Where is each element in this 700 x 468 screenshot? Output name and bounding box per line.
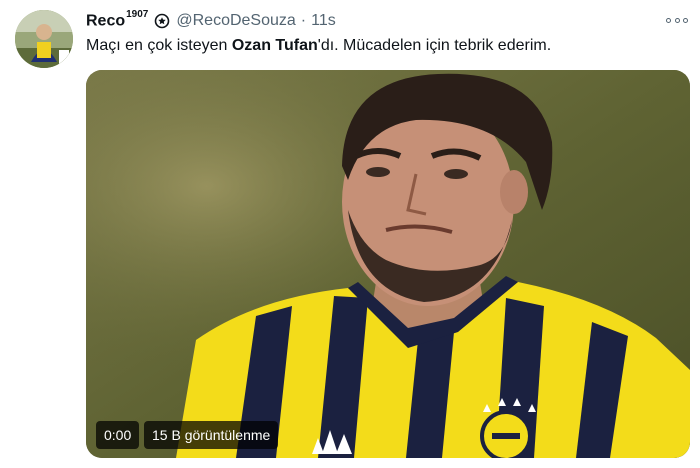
author-handle[interactable]: @RecoDeSouza (176, 12, 295, 30)
tweet-text-start: Maçı en çok isteyen (86, 37, 232, 54)
video-elapsed-time: 0:00 (96, 421, 140, 449)
more-options-icon[interactable] (666, 14, 688, 26)
author-avatar[interactable] (15, 10, 73, 68)
video-view-count: 15 B görüntülenme (144, 421, 279, 449)
tweet-header: Reco1907 @RecoDeSouza · 11s (86, 9, 336, 32)
video-frame (86, 70, 690, 458)
author-name[interactable]: Reco1907 (86, 9, 149, 30)
tweet-timestamp[interactable]: 11s (311, 12, 336, 30)
tweet-text-end: 'dı. Mücadelen için tebrik ederim. (317, 37, 552, 54)
mentioned-player-name: Ozan Tufan (231, 37, 318, 54)
header-separator: · (300, 12, 307, 29)
video-player[interactable]: 0:00 15 B görüntülenme (86, 70, 690, 458)
tweet-text: Maçı en çok isteyen Ozan Tufan'dı. Mücad… (86, 37, 551, 55)
avatar-image (15, 10, 73, 68)
verified-badge-icon (154, 13, 170, 29)
author-name-superscript: 1907 (126, 9, 149, 21)
